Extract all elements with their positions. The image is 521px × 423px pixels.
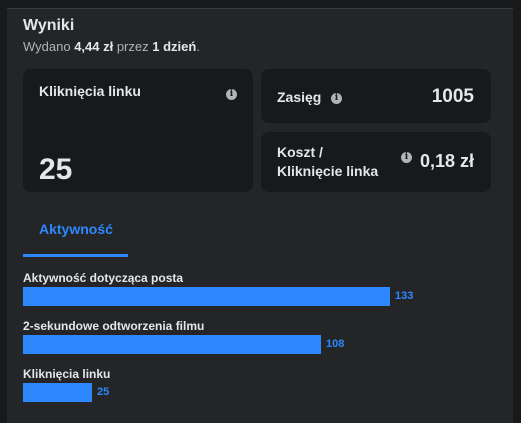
- info-icon[interactable]: i: [331, 93, 342, 104]
- tab-activity[interactable]: Aktywność: [23, 212, 128, 257]
- subtitle-suffix: .: [196, 39, 200, 54]
- tab-active-indicator: [23, 254, 128, 257]
- activity-value-video: 108: [326, 338, 345, 350]
- info-icon[interactable]: i: [226, 89, 237, 100]
- activity-label-video: 2-sekundowe odtworzenia filmu: [23, 319, 205, 333]
- activity-bar-post: [23, 287, 390, 306]
- link-clicks-value: 25: [39, 153, 73, 186]
- spent-amount: 4,44 zł: [74, 39, 114, 54]
- link-clicks-label: Kliknięcia linku: [39, 83, 141, 99]
- activity-label-link-clicks: Kliknięcia linku: [23, 367, 111, 381]
- activity-value-link-clicks: 25: [97, 386, 110, 398]
- info-icon[interactable]: i: [401, 152, 412, 163]
- activity-bar-video: [23, 335, 321, 354]
- results-title: Wyniki: [23, 17, 75, 34]
- cost-per-click-card: Koszt / Kliknięcie linka i 0,18 zł: [261, 132, 491, 192]
- reach-label: Zasięg: [277, 89, 322, 105]
- cost-value: 0,18 zł: [419, 151, 474, 171]
- subtitle-mid: przez: [113, 39, 153, 54]
- cost-label-line1: Koszt /: [277, 144, 323, 160]
- results-panel: Wyniki Wydano 4,44 zł przez 1 dzień. Kli…: [7, 8, 513, 423]
- activity-label-post: Aktywność dotycząca posta: [23, 271, 184, 285]
- link-clicks-card: Kliknięcia linku i 25: [23, 69, 253, 192]
- subtitle-prefix: Wydano: [23, 39, 75, 54]
- duration: 1 dzień: [152, 39, 197, 54]
- activity-bar-link-clicks: [23, 383, 92, 402]
- results-subtitle: Wydano 4,44 zł przez 1 dzień.: [23, 39, 200, 54]
- reach-value: 1005: [431, 86, 474, 107]
- reach-card: Zasięg i 1005: [261, 69, 491, 123]
- activity-value-post: 133: [395, 290, 414, 302]
- tab-activity-label: Aktywność: [39, 221, 113, 237]
- cost-label-line2: Kliknięcie linka: [277, 163, 379, 179]
